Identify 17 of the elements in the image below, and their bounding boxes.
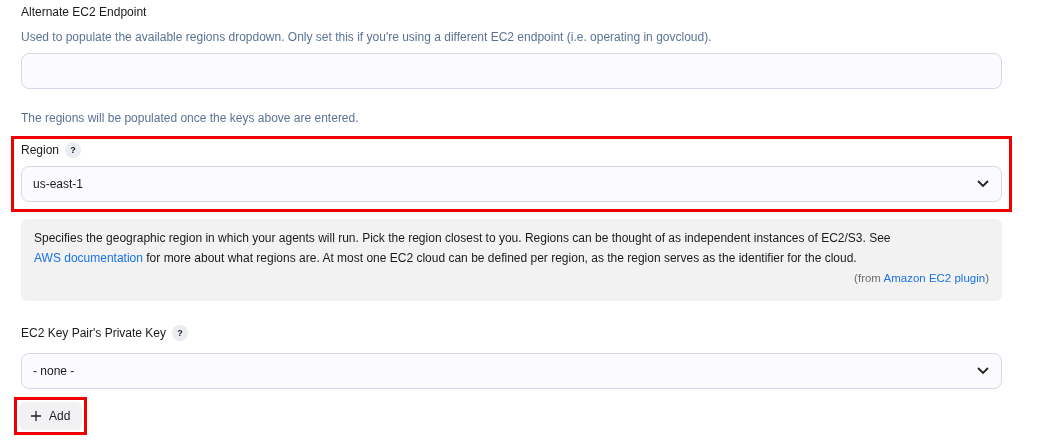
chevron-down-icon xyxy=(977,367,989,375)
field-label: EC2 Key Pair's Private Key xyxy=(21,325,166,341)
field-label: Region xyxy=(21,142,60,158)
regions-note: The regions will be populated once the keys above are entered. xyxy=(21,111,360,125)
help-text: Specifies the geographic region in which your agents will run. Pick the region closest to you. Regions can be thought of as independent instances of EC2/S3. See AWS documentation for more about what regions are. At most one EC2 cloud can be defined per region, as the region serves as the identifier for the cloud. xyxy=(34,230,892,267)
help-button[interactable]: ? xyxy=(65,142,82,158)
plugin-attribution: (from Amazon EC2 plugin) xyxy=(853,271,989,286)
chevron-down-icon xyxy=(977,180,989,188)
field-label: Alternate EC2 Endpoint xyxy=(21,4,148,20)
add-button[interactable]: Add xyxy=(19,402,83,430)
help-button[interactable]: ? xyxy=(172,325,188,341)
field-description: Used to populate the available regions dropdown. Only set this if you're using a different EC2 endpoint (i.e. operating in govcloud). xyxy=(21,30,713,44)
plus-icon xyxy=(31,411,41,421)
plugin-link[interactable]: Amazon EC2 plugin xyxy=(883,272,986,284)
documentation-link[interactable]: AWS documentation xyxy=(34,251,143,265)
key-select[interactable]: - none - xyxy=(21,353,1002,389)
region-select[interactable]: us-east-1 xyxy=(21,166,1002,202)
